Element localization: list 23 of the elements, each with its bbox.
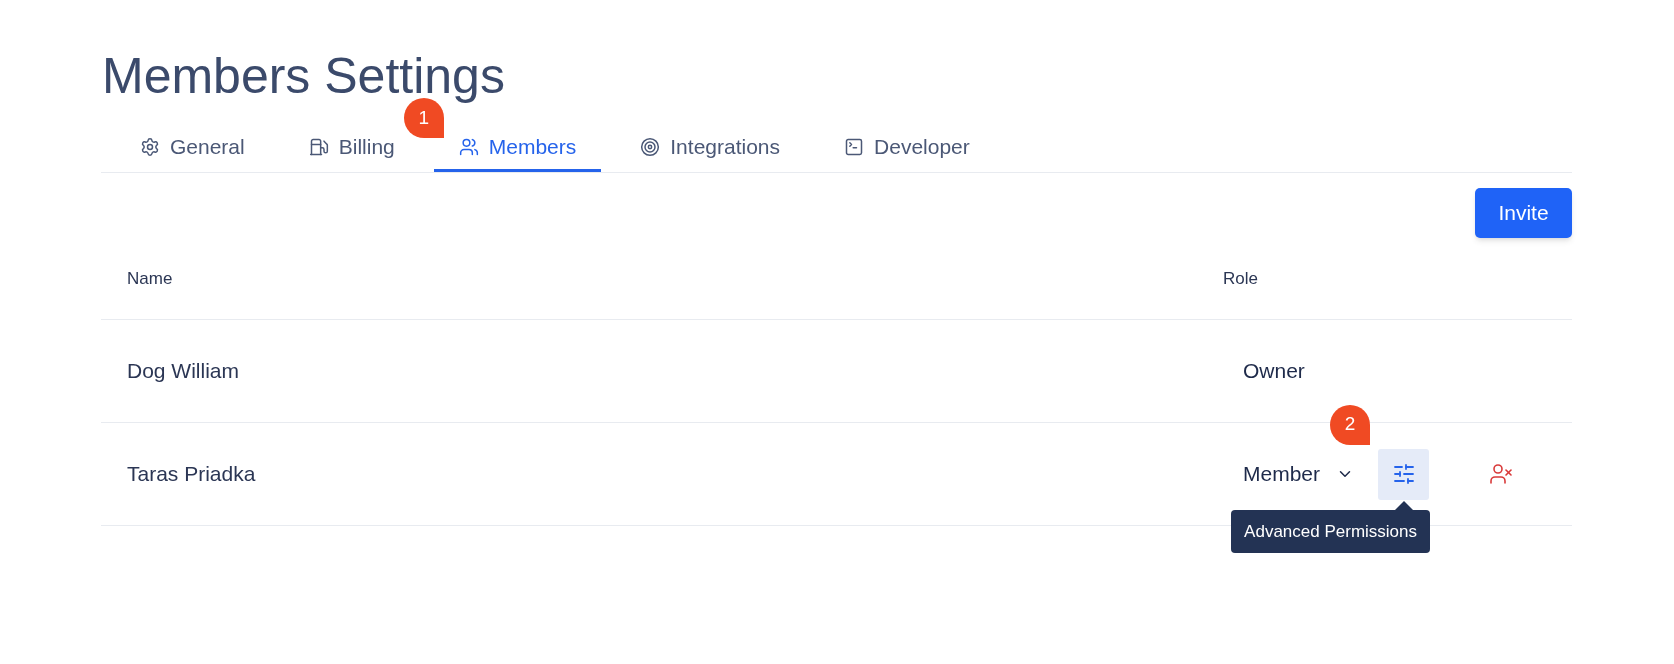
column-header: Name [127,267,174,290]
tab[interactable]: Members [433,124,602,172]
terminal-icon [844,136,865,157]
fuel-pump-icon [308,136,329,157]
tab[interactable]: Integrations [615,124,806,172]
target-icon [640,136,661,157]
user-remove-icon [1489,462,1514,486]
tab[interactable]: Developer [819,124,995,172]
remove-user-button[interactable] [1489,462,1514,486]
callout-badge: 2 [1330,404,1371,445]
sliders-icon [1391,462,1416,486]
invite-button[interactable]: Invite [1475,188,1572,238]
permissions-button[interactable] [1378,448,1430,500]
users-icon [458,136,479,157]
role-dropdown[interactable]: Member [1243,458,1355,490]
tooltip: Advanced Permissions [1231,509,1431,553]
tab[interactable]: General [115,124,270,172]
member-name: Taras Priadka [127,461,257,488]
gear-icon [140,136,160,157]
column-header: Role [1223,267,1258,290]
role-text: Owner [1243,358,1305,385]
member-name: Dog William [127,358,240,385]
callout-badge: 1 [403,98,444,138]
